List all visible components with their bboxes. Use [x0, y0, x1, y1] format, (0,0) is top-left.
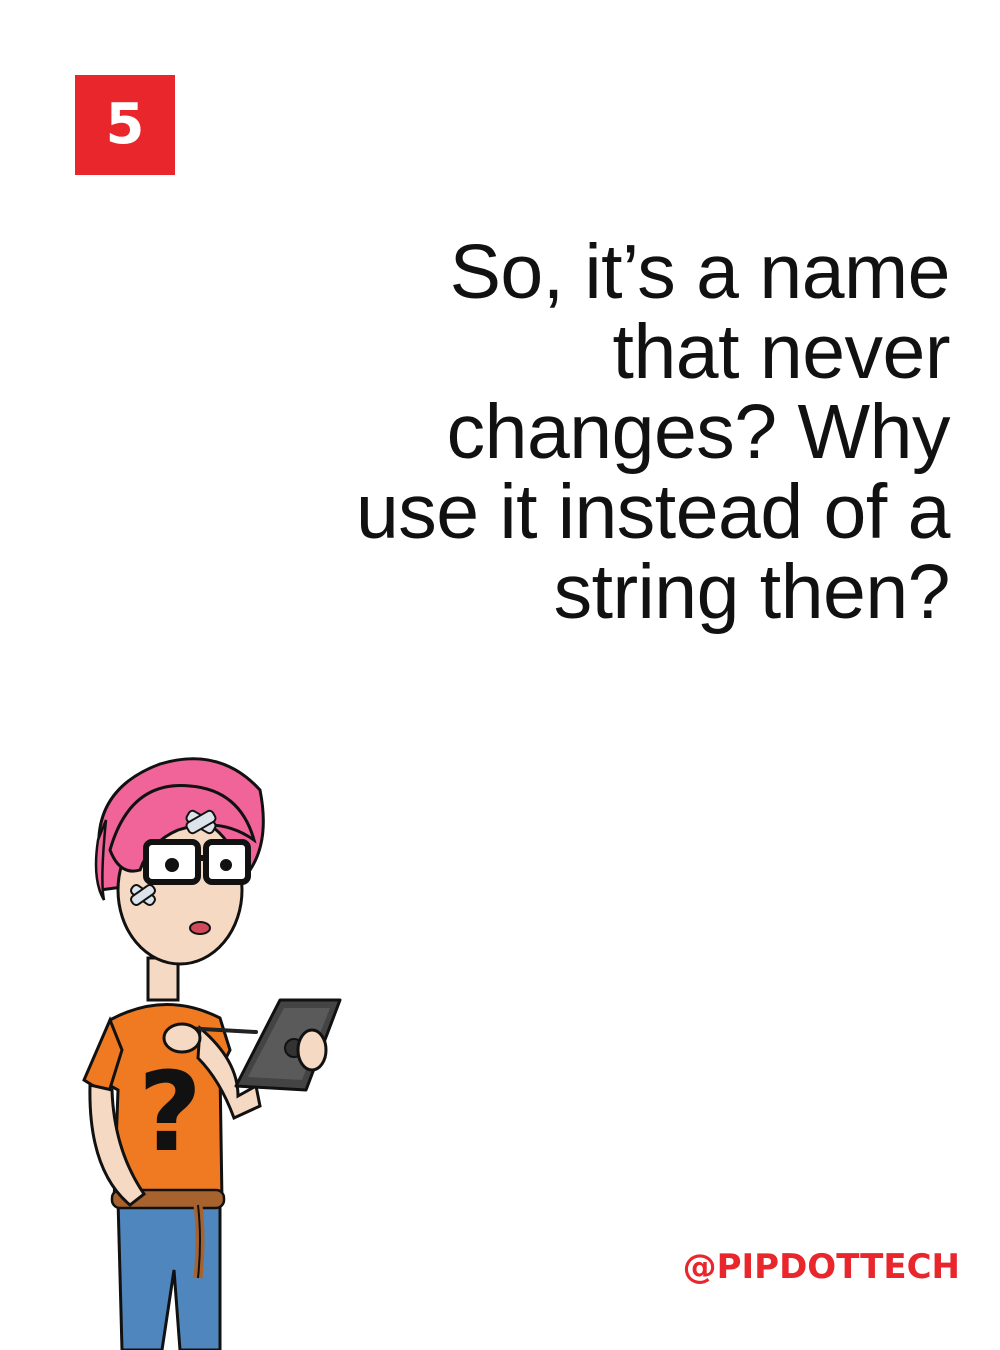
- left-eye: [165, 858, 179, 872]
- right-hand: [162, 1022, 202, 1054]
- mouth: [189, 921, 211, 935]
- question-line-1: So, it’s a name: [449, 229, 951, 315]
- right-eye: [220, 859, 232, 871]
- brand-handle: @PIPDOTTECH: [682, 1247, 960, 1287]
- question-text: So, it’s a name that never changes? Why …: [250, 229, 951, 635]
- left-hand: [296, 1028, 328, 1072]
- question-line-5: string then?: [553, 549, 951, 635]
- question-mark-print: ?: [138, 1048, 202, 1176]
- question-line-2: that never: [612, 309, 951, 395]
- jeans: [116, 1198, 222, 1350]
- question-line-3: changes? Why: [446, 389, 951, 475]
- slide-number: 5: [105, 92, 145, 157]
- question-line-4: use it instead of a: [355, 469, 951, 555]
- slide-number-badge: 5: [75, 75, 175, 175]
- slide: 5 So, it’s a name that never changes? Wh…: [0, 0, 1000, 1350]
- glasses-icon: [143, 839, 251, 885]
- confused-developer-illustration: ?: [82, 757, 342, 1350]
